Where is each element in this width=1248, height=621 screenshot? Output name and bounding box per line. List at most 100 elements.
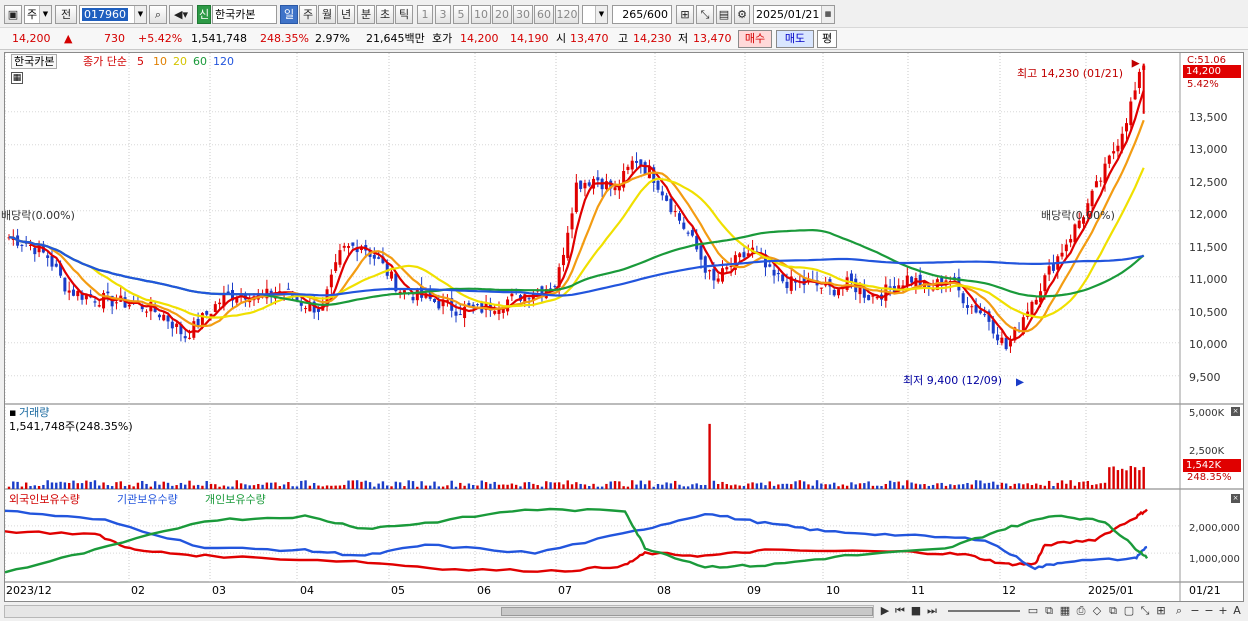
volume-bar (974, 480, 978, 489)
forward-icon[interactable]: ⏭ (925, 604, 939, 618)
zoom-out-icon[interactable]: − (1188, 604, 1202, 618)
table-icon[interactable]: ▦ (1058, 604, 1072, 618)
tab-tick[interactable]: 틱 (395, 5, 413, 24)
split-icon[interactable]: ⧉ (1042, 604, 1056, 618)
candle-body (157, 314, 161, 318)
candle-body (1129, 101, 1133, 126)
chart-toolbar: ▣ 주 ▼ 전 017960 ▼ ⌕ ◀▾ 신 한국카본 일 주 월 년 분 초 틱… (0, 0, 1248, 28)
resize-icon[interactable]: ⤡ (1138, 604, 1152, 618)
volume-bar (854, 484, 857, 489)
chevron-down-icon[interactable]: ▼ (595, 6, 607, 23)
minus-icon[interactable]: − (1202, 604, 1216, 618)
gear-icon[interactable]: ⚙ (734, 5, 750, 24)
chart-svg[interactable] (5, 53, 1243, 601)
tools-icon[interactable]: ⤡ (696, 5, 714, 24)
volume-bar (622, 486, 625, 489)
candle-body (475, 304, 479, 306)
volume-bar (721, 481, 724, 489)
volume-bar (871, 485, 875, 489)
volume-bar (386, 485, 389, 489)
volume-bar (471, 484, 475, 489)
custom-step-select[interactable]: ▼ (582, 5, 608, 24)
volume-bar (880, 486, 883, 489)
candle-body (596, 177, 600, 181)
stock-code-input[interactable]: 017960 ▼ (79, 5, 147, 24)
stop-icon[interactable]: ■ (909, 604, 923, 618)
chevron-down-icon[interactable]: ▼ (134, 6, 146, 23)
tab-second[interactable]: 초 (376, 5, 394, 24)
close-icon[interactable]: × (1231, 494, 1240, 503)
prev-button[interactable]: 전 (55, 5, 77, 24)
candle-body (1137, 71, 1141, 89)
volume-bar (463, 485, 466, 489)
search-icon[interactable]: ⌕ (149, 5, 167, 24)
candle-body (114, 302, 118, 304)
eval-button[interactable]: 평 (817, 30, 837, 48)
volume-bar (1039, 484, 1042, 489)
volume-bar (794, 481, 797, 489)
step-120[interactable]: 120 (555, 5, 579, 24)
step-10[interactable]: 10 (471, 5, 491, 24)
scrollbar-track[interactable] (4, 605, 874, 618)
y-tick: 11,500 (1189, 241, 1228, 254)
print-icon[interactable]: ⎙ (1074, 604, 1088, 618)
speaker-icon[interactable]: ◀▾ (169, 5, 193, 24)
chart-canvas[interactable]: 한국카본 종가 단순 5 10 20 60 120 ▦ 최고 14,230 (0… (1, 52, 1244, 602)
volume-bar (1052, 485, 1055, 489)
window-icon[interactable]: ▢ (1122, 604, 1136, 618)
volume-bar (583, 484, 587, 489)
step-60[interactable]: 60 (534, 5, 554, 24)
chart-grid (5, 53, 1243, 601)
buy-button[interactable]: 매수 (738, 30, 772, 48)
volume-bar (115, 482, 118, 489)
candle-body (454, 311, 458, 316)
font-size-icon[interactable]: A (1230, 604, 1244, 618)
volume-bar (33, 485, 36, 489)
shape-icon[interactable]: ◇ (1090, 604, 1104, 618)
step-20[interactable]: 20 (492, 5, 512, 24)
date-input[interactable]: 2025/01/21 ▦ (753, 5, 835, 24)
volume-bar (46, 480, 49, 489)
search-icon[interactable]: ⌕ (1172, 604, 1186, 618)
rewind-icon[interactable]: ⏮ (893, 604, 907, 618)
step-30[interactable]: 30 (513, 5, 533, 24)
volume-bar (1047, 480, 1051, 489)
calendar-icon[interactable]: ▦ (821, 6, 834, 23)
volume-bar (802, 481, 806, 489)
chevron-down-icon[interactable]: ▼ (39, 6, 51, 23)
volume-bar (364, 480, 367, 489)
volume-bar (944, 485, 948, 489)
stock-name-field[interactable]: 한국카본 (212, 5, 277, 24)
candle-body (1034, 299, 1038, 305)
chart-settings-icon[interactable]: ▣ (4, 5, 22, 24)
copy-icon[interactable]: ⧉ (1106, 604, 1120, 618)
crosshair-icon[interactable]: ⊞ (676, 5, 694, 24)
candle-body (961, 293, 965, 304)
sell-button[interactable]: 매도 (776, 30, 814, 48)
tab-month[interactable]: 월 (318, 5, 336, 24)
volume-bar (532, 483, 535, 489)
volume-bar (704, 484, 707, 489)
zoom-slider[interactable] (948, 610, 1020, 612)
grid-toggle-icon[interactable]: ▦ (11, 72, 23, 84)
step-5[interactable]: 5 (453, 5, 469, 24)
zoom-in-icon[interactable]: + (1216, 604, 1230, 618)
volume-bar (742, 486, 746, 489)
count-input[interactable]: 265/600 (612, 5, 672, 24)
volume-bar (467, 483, 471, 489)
candle-body (613, 187, 617, 191)
step-1[interactable]: 1 (417, 5, 433, 24)
close-icon[interactable]: × (1231, 407, 1240, 416)
step-3[interactable]: 3 (435, 5, 451, 24)
tab-day[interactable]: 일 (280, 5, 298, 24)
tile-icon[interactable]: ⊞ (1154, 604, 1168, 618)
ma-legend-60: 60 (193, 55, 207, 68)
tab-minute[interactable]: 분 (357, 5, 375, 24)
scroll-right-icon[interactable]: ▶ (878, 604, 892, 618)
period-select[interactable]: 주 ▼ (24, 5, 52, 24)
tab-year[interactable]: 년 (337, 5, 355, 24)
tab-week[interactable]: 주 (299, 5, 317, 24)
save-icon[interactable]: ▤ (716, 5, 732, 24)
layout-icon[interactable]: ▭ (1026, 604, 1040, 618)
scrollbar-thumb[interactable] (501, 607, 873, 616)
